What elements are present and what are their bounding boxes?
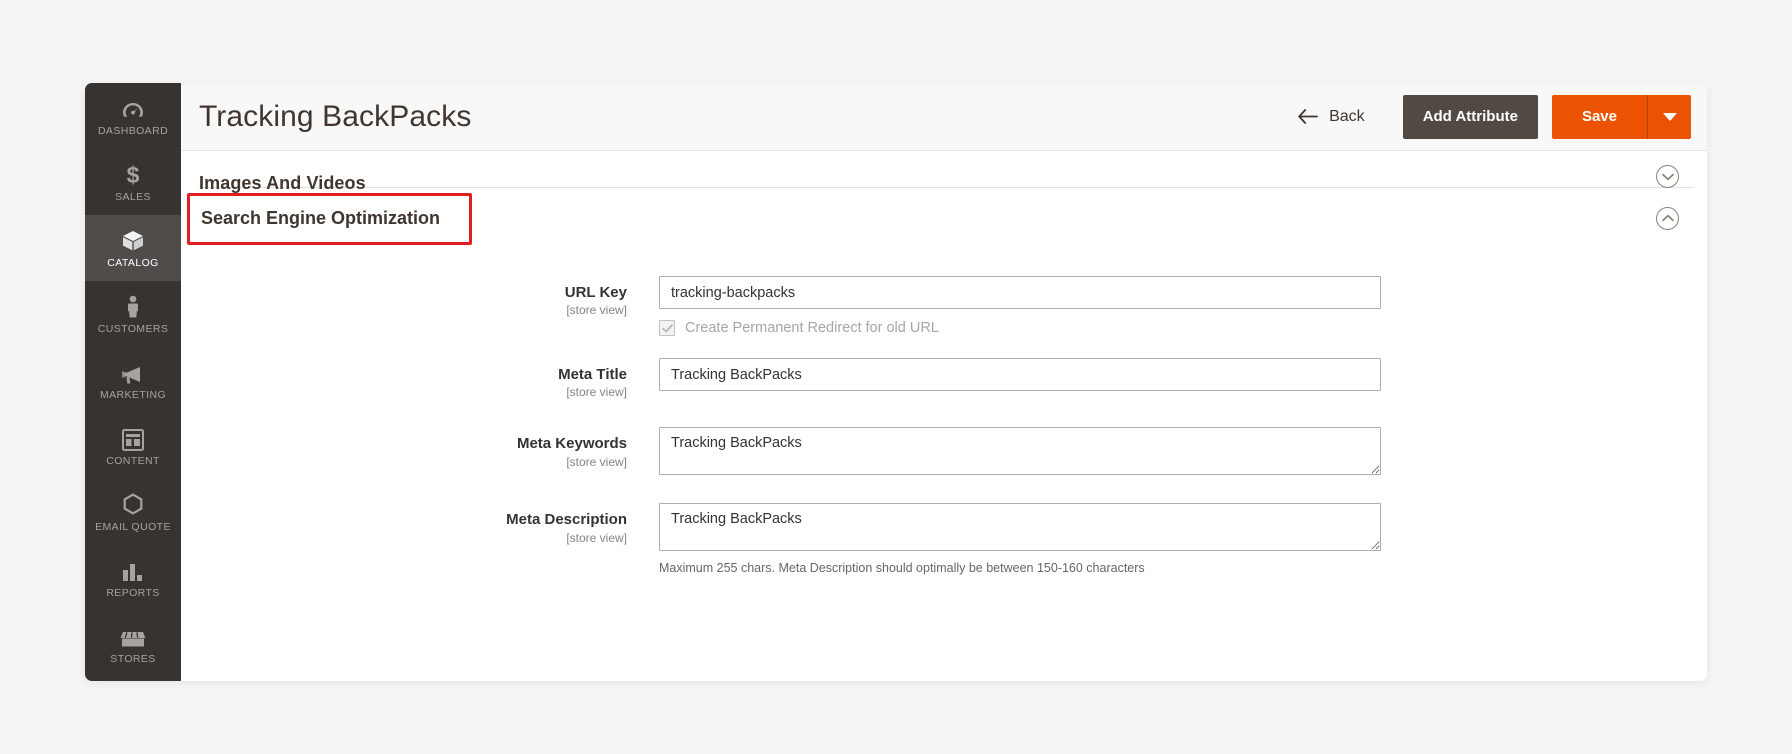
- chevron-down-circle-icon[interactable]: [1656, 165, 1679, 188]
- section-search-engine-optimization[interactable]: Search Engine Optimization: [199, 188, 1693, 248]
- sidebar-item-label: Marketing: [100, 389, 166, 401]
- sidebar-item-label: Dashboard: [98, 125, 168, 137]
- meta-keywords-textarea[interactable]: [659, 427, 1381, 475]
- redirect-checkbox-row[interactable]: Create Permanent Redirect for old URL: [659, 320, 1381, 336]
- content-area: Tracking BackPacks Back Add Attribute: [181, 83, 1707, 681]
- box-icon: [121, 227, 145, 253]
- storefront-icon: [120, 623, 146, 649]
- add-attribute-button[interactable]: Add Attribute: [1403, 95, 1538, 139]
- sidebar-item-stores[interactable]: Stores: [85, 611, 181, 677]
- section-images-and-videos[interactable]: Images And Videos: [199, 151, 1693, 187]
- meta-description-help: Maximum 255 chars. Meta Description shou…: [659, 561, 1381, 575]
- sidebar-item-reports[interactable]: Reports: [85, 545, 181, 611]
- sidebar-item-label: Email Quote: [95, 521, 171, 533]
- dollar-icon: $: [125, 161, 141, 187]
- main-sidebar: Dashboard $ Sales Catal: [85, 83, 181, 681]
- field-label-meta-keywords: Meta Keywords [store view]: [199, 427, 659, 468]
- person-icon: [126, 293, 140, 319]
- field-meta-keywords: Meta Keywords [store view]: [199, 427, 1693, 475]
- redirect-checkbox[interactable]: [659, 320, 675, 336]
- meta-description-textarea[interactable]: [659, 503, 1381, 551]
- save-split-button: Save: [1552, 95, 1691, 139]
- label-text: URL Key: [199, 284, 627, 301]
- page-body: Images And Videos Search Engine Optimiza…: [181, 151, 1707, 681]
- meta-title-input[interactable]: [659, 358, 1381, 391]
- scope-note: [store view]: [199, 531, 627, 545]
- sidebar-item-label: Sales: [115, 191, 151, 203]
- label-text: Meta Keywords: [199, 435, 627, 452]
- sidebar-item-label: Catalog: [107, 257, 158, 269]
- sidebar-item-content[interactable]: Content: [85, 413, 181, 479]
- hexagon-icon: [122, 491, 144, 517]
- url-key-input[interactable]: [659, 276, 1381, 309]
- page-title: Tracking BackPacks: [199, 100, 471, 134]
- layout-icon: [122, 425, 144, 451]
- sidebar-item-catalog[interactable]: Catalog: [85, 215, 181, 281]
- megaphone-icon: [121, 359, 145, 385]
- arrow-left-icon: [1298, 109, 1318, 124]
- admin-page: Dashboard $ Sales Catal: [0, 0, 1792, 754]
- caret-down-icon: [1663, 113, 1677, 121]
- section-title: Search Engine Optimization: [199, 208, 440, 229]
- field-label-meta-description: Meta Description [store view]: [199, 503, 659, 544]
- control-url-key: Create Permanent Redirect for old URL: [659, 276, 1381, 336]
- chevron-up-circle-icon[interactable]: [1656, 207, 1679, 230]
- scope-note: [store view]: [199, 303, 627, 317]
- field-meta-description: Meta Description [store view] Maximum 25…: [199, 503, 1693, 575]
- sidebar-item-label: Customers: [98, 323, 169, 335]
- scope-note: [store view]: [199, 385, 627, 399]
- redirect-checkbox-label: Create Permanent Redirect for old URL: [685, 320, 939, 336]
- page-header: Tracking BackPacks Back Add Attribute: [181, 83, 1707, 151]
- sidebar-item-customers[interactable]: Customers: [85, 281, 181, 347]
- control-meta-title: [659, 358, 1381, 391]
- field-label-url-key: URL Key [store view]: [199, 276, 659, 317]
- sidebar-item-dashboard[interactable]: Dashboard: [85, 83, 181, 149]
- sidebar-item-email-quote[interactable]: Email Quote: [85, 479, 181, 545]
- sidebar-item-label: Content: [106, 455, 160, 467]
- field-meta-title: Meta Title [store view]: [199, 358, 1693, 399]
- save-options-button[interactable]: [1647, 95, 1691, 139]
- scope-note: [store view]: [199, 455, 627, 469]
- label-text: Meta Title: [199, 366, 627, 383]
- sidebar-item-label: Reports: [106, 587, 159, 599]
- field-label-meta-title: Meta Title [store view]: [199, 358, 659, 399]
- control-meta-keywords: [659, 427, 1381, 475]
- sidebar-item-label: Stores: [110, 653, 155, 665]
- back-button[interactable]: Back: [1288, 102, 1375, 132]
- sidebar-item-sales[interactable]: $ Sales: [85, 149, 181, 215]
- save-button[interactable]: Save: [1552, 95, 1647, 139]
- control-meta-description: Maximum 255 chars. Meta Description shou…: [659, 503, 1381, 575]
- admin-card: Dashboard $ Sales Catal: [85, 83, 1707, 681]
- sidebar-item-marketing[interactable]: Marketing: [85, 347, 181, 413]
- field-url-key: URL Key [store view]: [199, 276, 1693, 336]
- svg-text:$: $: [127, 163, 140, 187]
- dashboard-gauge-icon: [122, 95, 144, 121]
- back-button-label: Back: [1329, 108, 1365, 126]
- bar-chart-icon: [122, 557, 144, 583]
- seo-form: URL Key [store view]: [199, 248, 1693, 575]
- header-actions: Back Add Attribute Save: [1288, 95, 1691, 139]
- label-text: Meta Description: [199, 511, 627, 528]
